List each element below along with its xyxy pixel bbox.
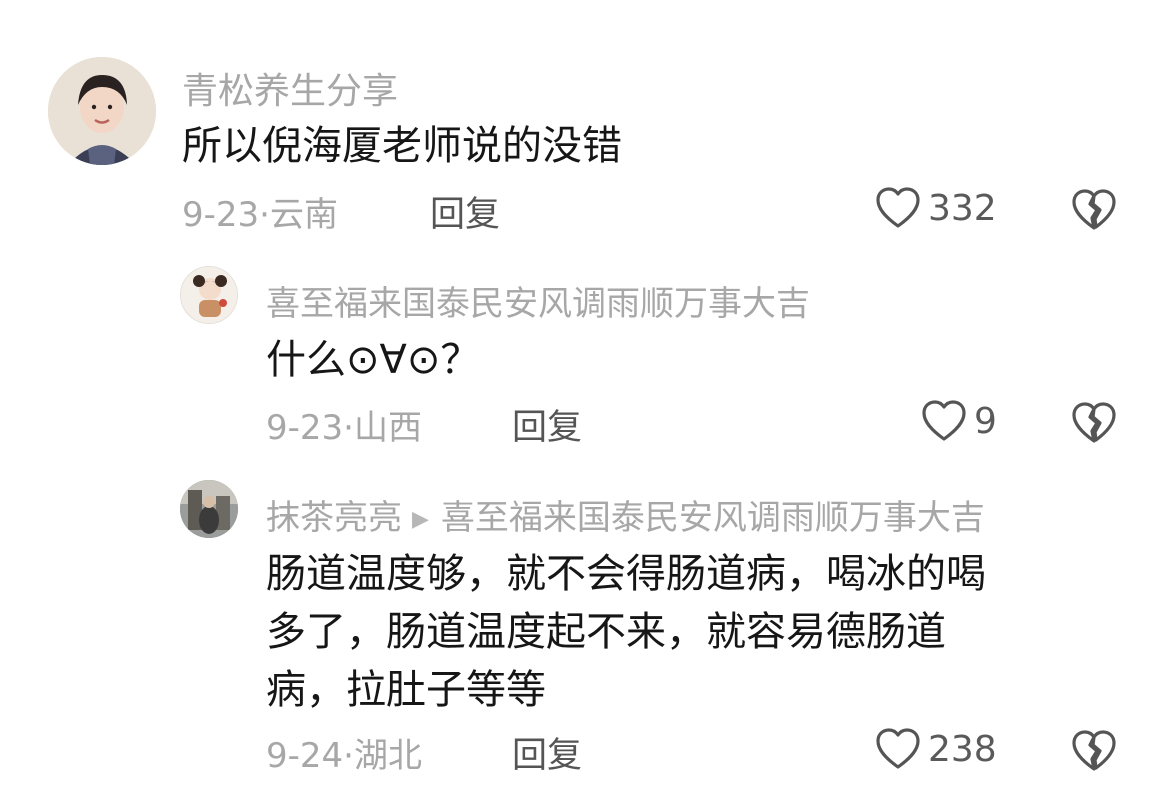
heart-outline-icon [874,727,922,771]
comment-date: 9-23 [266,408,344,448]
reply-button[interactable]: 回复 [512,727,582,778]
comment-text-line: 肠道温度够，就不会得肠道病，喝冰的喝 [266,551,986,597]
comment-text-line: 多了，肠道温度起不来，就容易德肠道 [266,609,946,655]
avatar[interactable] [48,57,156,165]
broken-heart-icon [1070,402,1118,449]
comment-date: 9-23 [182,195,260,235]
like-count: 238 [928,728,997,770]
avatar[interactable] [180,266,238,324]
meta-separator: · [343,408,354,448]
dislike-button[interactable] [1070,401,1118,449]
comment-meta: 9-23·山西 [266,400,422,449]
dislike-button[interactable] [1070,188,1118,236]
comment-text: 所以倪海厦老师说的没错 [182,123,622,169]
triangle-right-icon: ▶ [412,507,429,532]
comment-meta: 9-23·云南 [182,187,338,236]
reply-button[interactable]: 回复 [430,186,500,237]
like-count: 9 [974,400,997,442]
meta-separator: · [259,195,270,235]
reply-target-username[interactable]: 喜至福来国泰民安风调雨顺万事大吉 [441,498,985,538]
comment-date: 9-24 [266,736,344,776]
comment-location: 山西 [353,408,422,448]
meta-separator: · [343,736,354,776]
comment-username[interactable]: 抹茶亮亮 [266,498,402,538]
like-button[interactable]: 332 [874,186,997,230]
comment-username[interactable]: 青松养生分享 [182,62,398,114]
heart-outline-icon [874,186,922,230]
comment-text-line: 病，拉肚子等等 [266,667,546,713]
comment-username-line: 抹茶亮亮 ▶ 喜至福来国泰民安风调雨顺万事大吉 [266,490,985,539]
comment-text: 肠道温度够，就不会得肠道病，喝冰的喝 多了，肠道温度起不来，就容易德肠道 病，拉… [266,545,986,719]
comment-location: 湖北 [353,736,422,776]
comment-username[interactable]: 喜至福来国泰民安风调雨顺万事大吉 [266,276,810,325]
comment-meta: 9-24·湖北 [266,728,422,777]
like-button[interactable]: 9 [920,399,997,443]
broken-heart-icon [1070,189,1118,236]
heart-outline-icon [920,399,968,443]
like-count: 332 [928,187,997,229]
comment-location: 云南 [269,195,338,235]
dislike-button[interactable] [1070,729,1118,777]
broken-heart-icon [1070,730,1118,777]
reply-button[interactable]: 回复 [512,399,582,450]
avatar[interactable] [180,480,238,538]
like-button[interactable]: 238 [874,727,997,771]
comment-text: 什么⊙∀⊙？ [266,337,481,383]
